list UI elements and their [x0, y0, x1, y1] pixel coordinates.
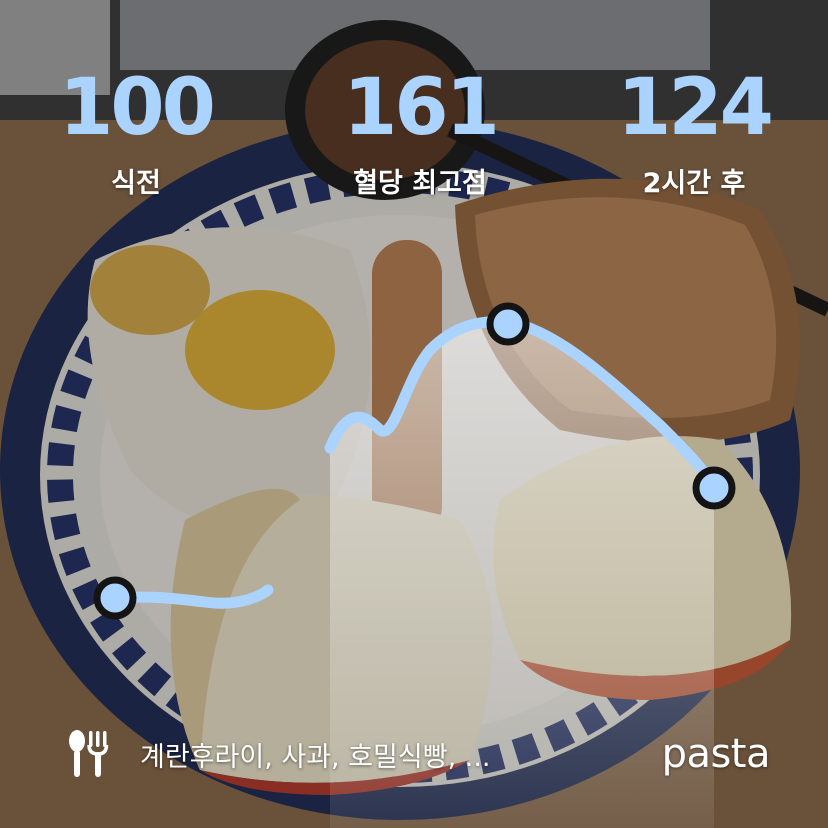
stat-peak-value: 161 — [343, 63, 500, 153]
glucose-line-start — [109, 584, 274, 609]
stat-2h-value: 124 — [617, 63, 774, 153]
meal-glucose-card: 100 식전 161 혈당 최고점 124 2시간 후 계란후라이, 사과, 호… — [0, 0, 828, 828]
brand-logo: pasta — [661, 731, 771, 777]
stat-pre-meal: 100 식전 — [26, 64, 246, 202]
stat-pre-meal-value: 100 — [59, 63, 216, 153]
marker-pre-meal — [93, 576, 137, 620]
stat-2h-label: 2시간 후 — [642, 168, 746, 199]
fork-knife-icon — [69, 730, 109, 777]
food-list: 계란후라이, 사과, 호밀식빵, ... — [140, 741, 491, 773]
marker-2h — [692, 466, 736, 510]
footer: 계란후라이, 사과, 호밀식빵, ... pasta — [68, 728, 771, 780]
marker-peak — [486, 302, 530, 346]
stat-peak-label: 혈당 최고점 — [353, 168, 487, 199]
stat-peak: 161 혈당 최고점 — [310, 64, 530, 202]
stat-2h: 124 2시간 후 — [584, 64, 804, 202]
stat-pre-meal-label: 식전 — [111, 168, 161, 199]
